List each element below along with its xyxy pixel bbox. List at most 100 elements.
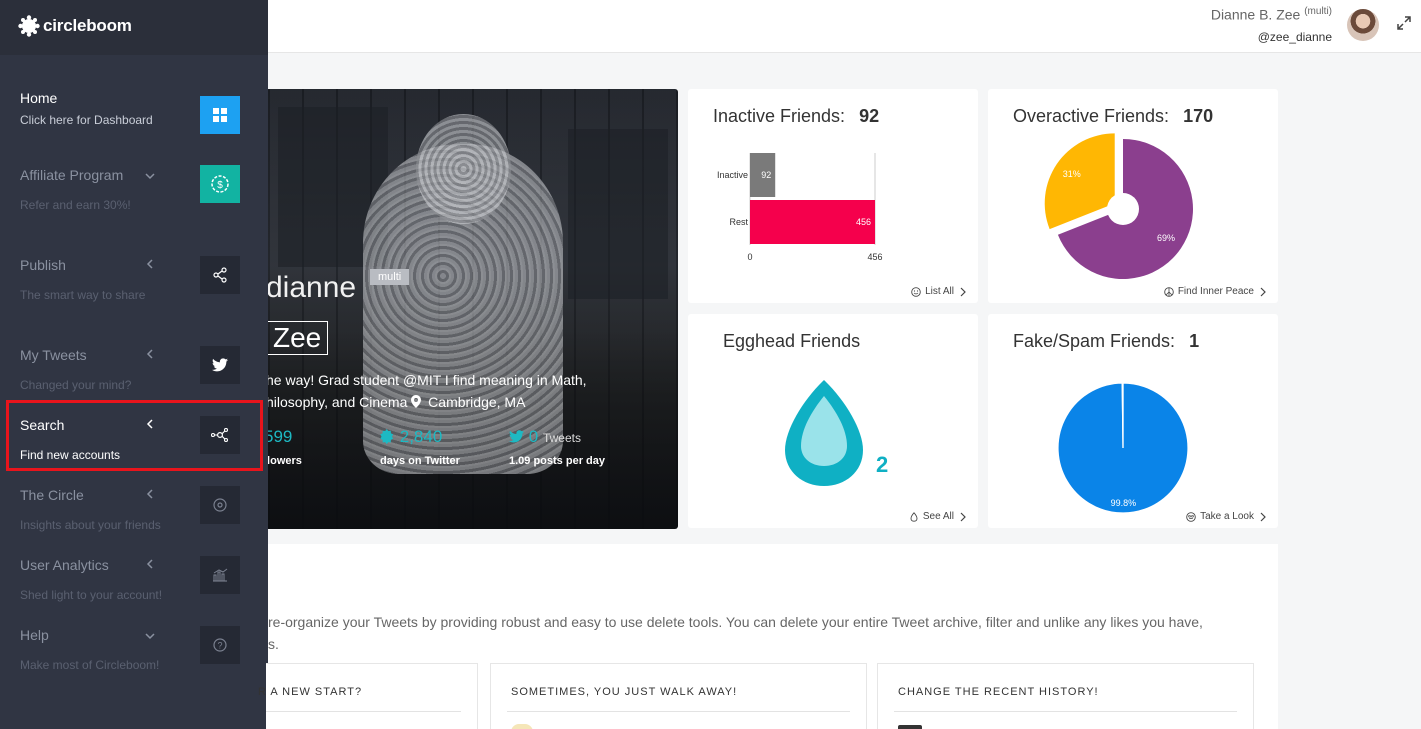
stat-label: days on Twitter bbox=[380, 455, 460, 467]
user-badge: (multi) bbox=[1304, 6, 1332, 17]
tool-card-new-start[interactable]: R A NEW START? bbox=[258, 663, 478, 729]
egghead-count: 2 bbox=[876, 452, 889, 477]
chevron-right-icon bbox=[1260, 512, 1266, 521]
sidebar-item-label: My Tweets bbox=[20, 347, 87, 363]
card-title: Fake/Spam Friends: 1 bbox=[1013, 331, 1199, 352]
sidebar-item-my-tweets[interactable]: My Tweets Changed your mind? bbox=[0, 342, 268, 412]
pie-slice-label: 69% bbox=[1157, 233, 1175, 243]
sidebar-item-search[interactable]: Search Find new accounts bbox=[0, 412, 268, 482]
expand-icon[interactable] bbox=[1397, 16, 1411, 30]
share-icon[interactable] bbox=[200, 256, 240, 294]
sidebar-item-user-analytics[interactable]: User Analytics Shed light to your accoun… bbox=[0, 552, 268, 622]
profile-tag: multi bbox=[370, 269, 410, 285]
link-text: Find Inner Peace bbox=[1177, 286, 1254, 297]
sidebar-item-sub: Click here for Dashboard bbox=[20, 113, 153, 127]
chevron-left-icon bbox=[146, 559, 153, 569]
target-circle-icon[interactable] bbox=[200, 486, 240, 524]
hero-bg-window bbox=[568, 129, 668, 299]
sidebar-item-affiliate[interactable]: Affiliate Program Refer and earn 30%! $ bbox=[0, 162, 268, 232]
profile-bio-line-2: hilosophy, and Cinema Cambridge, MA bbox=[268, 391, 666, 413]
section-description: re-organize your Tweets by providing rob… bbox=[268, 614, 1203, 652]
tool-card-title: R A NEW START? bbox=[258, 686, 363, 698]
bar-chart-icon[interactable] bbox=[200, 556, 240, 594]
tweets-cleanup-section: re-organize your Tweets by providing rob… bbox=[258, 544, 1278, 729]
stat-number: 599 bbox=[268, 427, 293, 446]
egg-icon bbox=[785, 380, 863, 486]
app-root: circleboom Home Click here for Dashboard… bbox=[0, 0, 1421, 729]
stat-days: 2,840 days on Twitter bbox=[380, 427, 460, 467]
svg-text:$: $ bbox=[217, 180, 223, 191]
overactive-friends-card: Overactive Friends: 170 31% 69% Find Inner… bbox=[988, 89, 1278, 303]
sidebar-item-label: Publish bbox=[20, 257, 66, 273]
link-text: See All bbox=[922, 511, 954, 522]
chevron-right-icon bbox=[1260, 287, 1266, 296]
egg-outline-icon bbox=[910, 511, 918, 522]
user-name-row: Dianne B. Zee (multi) bbox=[1211, 6, 1332, 23]
stat-value: 0 Tweets bbox=[509, 427, 605, 447]
dollar-badge-icon[interactable]: $ bbox=[200, 165, 240, 203]
take-a-look-link[interactable]: Take a Look bbox=[1186, 511, 1268, 522]
badge-star-icon bbox=[380, 429, 394, 445]
profile-hero-card: dianne multi Zee he way! Grad student @M… bbox=[268, 89, 678, 529]
card-title: Egghead Friends bbox=[723, 331, 860, 352]
chevron-left-icon bbox=[146, 489, 153, 499]
chevron-left-icon bbox=[146, 349, 153, 359]
stat-value: 2,840 bbox=[380, 427, 460, 447]
sidebar-item-home[interactable]: Home Click here for Dashboard bbox=[0, 85, 268, 155]
stat-tweets: 0 Tweets 1.09 posts per day bbox=[509, 427, 605, 467]
sidebar-item-sub: The smart way to share bbox=[20, 288, 146, 302]
smiley-icon bbox=[911, 286, 921, 297]
sidebar-item-publish[interactable]: Publish The smart way to share bbox=[0, 252, 268, 322]
divider bbox=[507, 711, 850, 712]
sidebar-item-label: Affiliate Program bbox=[20, 167, 124, 183]
x-tick-label: 456 bbox=[867, 252, 882, 262]
overactive-pie-chart: 31% 69% bbox=[1044, 133, 1193, 279]
tool-card-title: SOMETIMES, YOU JUST WALK AWAY! bbox=[511, 686, 738, 698]
stat-label: llowers bbox=[268, 455, 302, 467]
inactive-friends-card: Inactive Friends: 92 Inactive 92 Rest 456 0 45… bbox=[688, 89, 978, 303]
tool-card-walk-away[interactable]: SOMETIMES, YOU JUST WALK AWAY! bbox=[490, 663, 867, 729]
sidebar-item-help[interactable]: Help Make most of Circleboom! ? bbox=[0, 622, 268, 692]
avatar[interactable] bbox=[1347, 9, 1379, 41]
category-label: Inactive bbox=[717, 170, 748, 180]
tool-card-recent-history[interactable]: CHANGE THE RECENT HISTORY! bbox=[877, 663, 1254, 729]
circleboom-logo[interactable]: circleboom bbox=[18, 12, 132, 40]
pie-slice-label: 31% bbox=[1063, 169, 1081, 179]
user-menu[interactable]: Dianne B. Zee (multi) @zee_dianne bbox=[1211, 6, 1332, 44]
pie-slice bbox=[1044, 133, 1115, 230]
profile-bio-line: hilosophy, and Cinema bbox=[268, 394, 408, 410]
list-all-link[interactable]: List All bbox=[911, 286, 968, 297]
twitter-bird-icon[interactable] bbox=[200, 346, 240, 384]
card-title: Overactive Friends: 170 bbox=[1013, 106, 1213, 127]
sidebar: circleboom Home Click here for Dashboard… bbox=[0, 0, 268, 729]
see-all-link[interactable]: See All bbox=[909, 511, 968, 522]
sidebar-item-sub: Refer and earn 30%! bbox=[20, 198, 131, 212]
sidebar-item-label: Home bbox=[20, 90, 58, 106]
twitter-bird-icon bbox=[509, 430, 524, 443]
chevron-right-icon bbox=[960, 512, 966, 521]
find-inner-peace-link[interactable]: Find Inner Peace bbox=[1164, 286, 1268, 297]
profile-location: Cambridge, MA bbox=[428, 394, 526, 410]
dashboard-grid-icon[interactable] bbox=[200, 96, 240, 134]
card-title: Inactive Friends: 92 bbox=[713, 106, 879, 127]
stat-number: 2,840 bbox=[399, 427, 443, 446]
pie-slice-label: 99.8% bbox=[1111, 498, 1137, 508]
divider bbox=[894, 711, 1237, 712]
x-tick-label: 0 bbox=[747, 252, 752, 262]
card-title-text: Fake/Spam Friends: bbox=[1013, 331, 1176, 351]
bar-value-label: 92 bbox=[761, 170, 771, 180]
sidebar-item-the-circle[interactable]: The Circle Insights about your friends bbox=[0, 482, 268, 552]
network-search-icon[interactable] bbox=[200, 416, 240, 454]
peace-icon bbox=[1164, 286, 1174, 297]
link-text: List All bbox=[925, 286, 954, 297]
divider bbox=[266, 711, 461, 712]
sidebar-item-sub: Find new accounts bbox=[20, 448, 121, 462]
card-title-text: Egghead Friends bbox=[723, 331, 861, 351]
profile-last-name: Zee bbox=[268, 321, 329, 355]
card-title-text: Inactive Friends: bbox=[713, 106, 846, 126]
tool-card-title: CHANGE THE RECENT HISTORY! bbox=[898, 686, 1099, 698]
question-circle-icon[interactable]: ? bbox=[200, 626, 240, 664]
profile-first-name: dianne bbox=[268, 271, 357, 304]
sidebar-item-sub: Changed your mind? bbox=[20, 378, 132, 392]
svg-text:?: ? bbox=[217, 641, 222, 651]
